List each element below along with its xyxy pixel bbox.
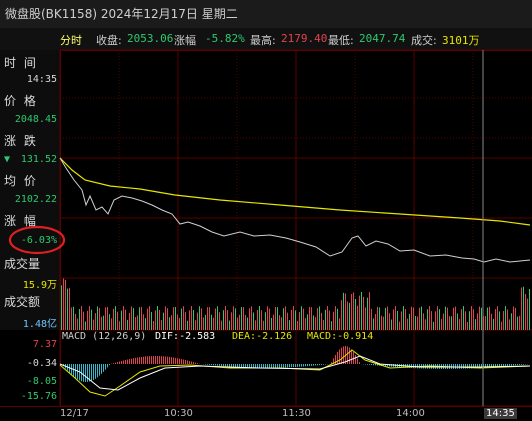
dea-label: DEA:-2.126: [232, 331, 292, 342]
time-axis: 12/17 10:30 11:30 14:00 14:35: [0, 406, 532, 421]
time-tick-3: 14:00: [396, 408, 425, 419]
macd-header: MACD (12,26,9): [62, 331, 146, 342]
dif-label: DIF:-2.583: [155, 331, 215, 342]
chart-canvas: MACD (12,26,9) DIF:-2.583 DEA:-2.126 MAC…: [0, 0, 532, 420]
time-tick-2: 11:30: [282, 408, 311, 419]
dif-line: [60, 350, 530, 396]
time-tick-1: 10:30: [164, 408, 193, 419]
annotation-circle: [10, 227, 64, 253]
cursor-time-label: 14:35: [484, 408, 517, 419]
chart-grid: [60, 50, 532, 406]
dea-line: [60, 356, 530, 390]
macd-label: MACD:-0.914: [307, 331, 373, 342]
price-line: [60, 158, 530, 262]
time-tick-0: 12/17: [60, 408, 89, 419]
avg-price-line: [60, 158, 530, 225]
